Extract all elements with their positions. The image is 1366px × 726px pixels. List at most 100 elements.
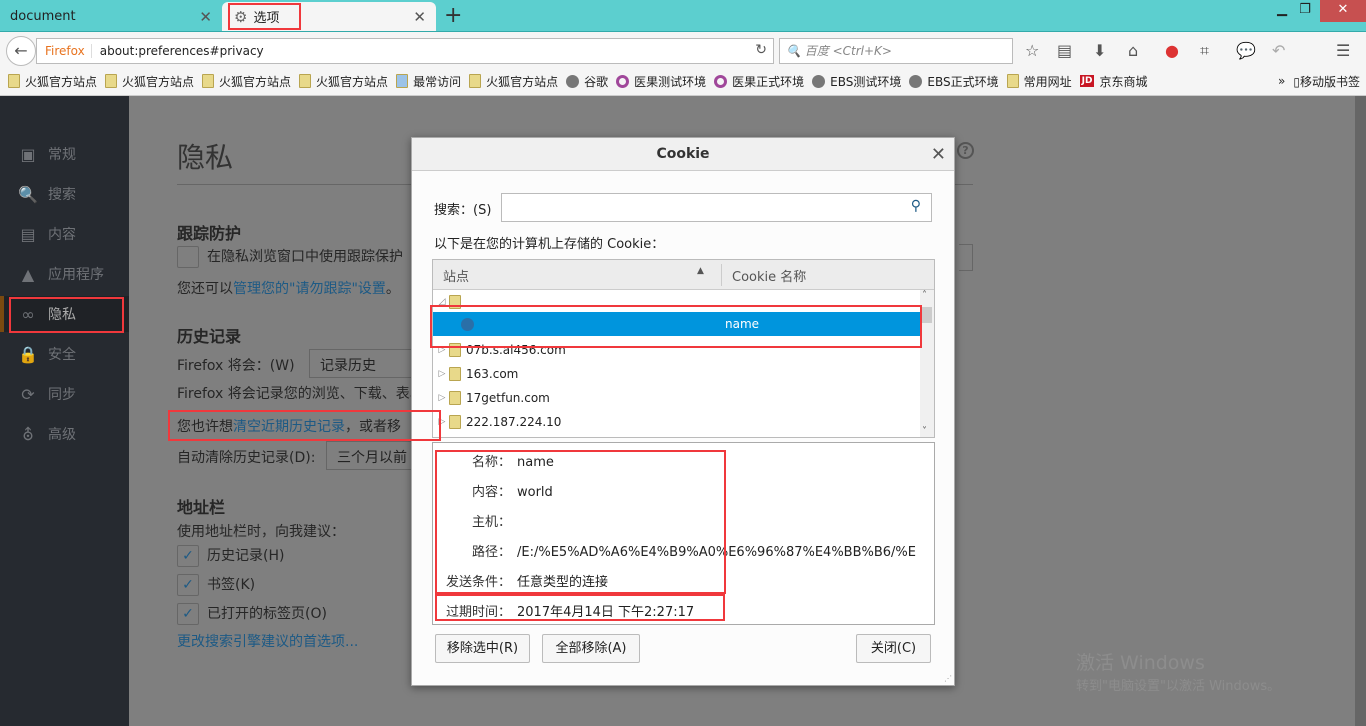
- remove-selected-button[interactable]: 移除选中(R): [435, 634, 530, 663]
- close-window-button[interactable]: ✕: [1320, 0, 1366, 22]
- collapsed-twisty-icon[interactable]: ▷: [433, 393, 449, 403]
- cookie-tree-row[interactable]: ◿: [433, 290, 920, 314]
- cookie-search-input[interactable]: ⚲: [501, 193, 932, 222]
- suggest-checkbox-row[interactable]: ✓ 书签(K): [177, 574, 255, 596]
- bookmark-item[interactable]: EBS正式环境: [909, 73, 999, 90]
- tab-bar: document ✕ ⚙ 选项 ✕ + ▁ ❐ ✕: [0, 0, 1366, 31]
- folder-icon: [1006, 74, 1019, 88]
- bookmark-item[interactable]: 谷歌: [566, 73, 608, 90]
- download-icon[interactable]: ⬇: [1093, 41, 1106, 60]
- close-button[interactable]: 关闭(C): [856, 634, 931, 663]
- dnt-link[interactable]: 管理您的"请勿跟踪"设置: [233, 281, 386, 297]
- menu-icon[interactable]: ☰: [1336, 41, 1350, 60]
- cookie-tree-row[interactable]: ▷ 163.com: [433, 362, 920, 386]
- nav-bar: ← Firefox about:preferences#privacy ↻ 🔍 …: [0, 31, 1366, 67]
- gift-icon[interactable]: ●: [1165, 41, 1179, 60]
- checkbox[interactable]: ✓: [177, 603, 199, 625]
- cookie-tree-row[interactable]: ▷ 17getfun.com: [433, 386, 920, 410]
- column-cookie-name[interactable]: Cookie 名称: [732, 266, 806, 285]
- close-tab-icon[interactable]: ✕: [413, 8, 426, 26]
- suggest-checkbox-row[interactable]: ✓ 已打开的标签页(O): [177, 603, 327, 625]
- sidebar-item[interactable]: 🔒 安全: [0, 336, 129, 372]
- sidebar-item[interactable]: ⟳ 同步: [0, 376, 129, 412]
- resize-grip-icon[interactable]: ⋰: [944, 674, 952, 683]
- cookie-tree-row[interactable]: ▷ 222.187.224.10: [433, 410, 920, 434]
- remove-all-button[interactable]: 全部移除(A): [542, 634, 640, 663]
- mobile-bookmarks[interactable]: ▯移动版书签: [1293, 73, 1360, 90]
- bookmarks-overflow-button[interactable]: »: [1278, 74, 1285, 88]
- collapsed-twisty-icon[interactable]: ▷: [433, 345, 449, 355]
- close-icon[interactable]: ✕: [931, 138, 946, 171]
- sidebar-item[interactable]: ∞ 隐私: [0, 296, 129, 332]
- history-heading: 历史记录: [177, 327, 242, 346]
- page-scrollbar[interactable]: [1355, 96, 1366, 726]
- clear-history-link[interactable]: 清空近期历史记录: [233, 419, 345, 435]
- sidebar-item[interactable]: 🔍 搜索: [0, 176, 129, 212]
- url-bar[interactable]: Firefox about:preferences#privacy ↻: [36, 38, 774, 64]
- new-tab-button[interactable]: +: [444, 3, 462, 28]
- exceptions-button[interactable]: [959, 244, 973, 271]
- bookmark-item[interactable]: 医果测试环境: [616, 73, 706, 90]
- document-icon: ▤: [20, 224, 36, 244]
- history-mode-select[interactable]: 记录历史: [309, 349, 419, 378]
- phone-icon: ▯: [1293, 74, 1300, 89]
- crop-icon[interactable]: ⌗: [1200, 41, 1209, 61]
- cookie-tree-row[interactable]: ▷ 07b.s.al456.com: [433, 338, 920, 362]
- close-tab-icon[interactable]: ✕: [199, 8, 212, 26]
- bookmark-item[interactable]: 火狐官方站点: [299, 73, 388, 90]
- bookmark-star-icon[interactable]: ☆: [1025, 41, 1039, 60]
- ring-icon: [714, 74, 728, 88]
- page-title: 隐私: [177, 141, 234, 174]
- collapsed-twisty-icon[interactable]: ▷: [433, 369, 449, 379]
- search-input[interactable]: 🔍 百度 <Ctrl+K>: [779, 38, 1013, 64]
- chat-icon[interactable]: 💬: [1236, 41, 1256, 60]
- undo-icon[interactable]: ↶: [1272, 41, 1285, 60]
- lock-icon: 🔒: [18, 344, 38, 364]
- globe-icon: [461, 317, 474, 331]
- back-button[interactable]: ←: [6, 36, 36, 66]
- bookmark-item[interactable]: JD 京东商城: [1079, 73, 1147, 90]
- bookmark-item[interactable]: 医果正式环境: [714, 73, 804, 90]
- bookmark-item[interactable]: 常用网址: [1006, 73, 1072, 90]
- detail-row: 主机：: [471, 515, 511, 530]
- checkbox[interactable]: ✓: [177, 545, 199, 567]
- bookmark-item[interactable]: 火狐官方站点: [8, 73, 97, 90]
- help-icon[interactable]: ?: [957, 142, 974, 159]
- reading-list-icon[interactable]: ▤: [1057, 41, 1072, 60]
- sync-icon: ⟳: [21, 384, 35, 404]
- folder-icon: [449, 415, 461, 429]
- reload-icon[interactable]: ↻: [755, 42, 767, 58]
- auto-clear-select[interactable]: 三个月以前: [326, 441, 416, 470]
- tracking-checkbox[interactable]: [177, 246, 199, 268]
- change-search-prefs-link[interactable]: 更改搜索引擎建议的首选项...: [177, 631, 358, 651]
- sidebar-item[interactable]: ⛢ 高级: [0, 416, 129, 452]
- folder-icon: [449, 295, 461, 309]
- tree-scrollbar[interactable]: ˄ ˅: [920, 290, 934, 437]
- checkbox[interactable]: ✓: [177, 574, 199, 596]
- ring-icon: [616, 74, 630, 88]
- bookmark-item[interactable]: 火狐官方站点: [105, 73, 194, 90]
- sidebar-item[interactable]: ▤ 内容: [0, 216, 129, 252]
- cookie-tree[interactable]: 站点 ▲ Cookie 名称 ◿ name ▷ 07b.s.al456.com ▷ 163…: [432, 259, 935, 438]
- detail-row: 发送条件： 任意类型的连接: [445, 575, 609, 590]
- sidebar-item[interactable]: ▲ 应用程序: [0, 256, 129, 292]
- globe-icon: [909, 74, 923, 88]
- sidebar-item[interactable]: ▣ 常规: [0, 136, 129, 172]
- collapsed-twisty-icon[interactable]: ▷: [433, 417, 449, 427]
- bookmark-item[interactable]: 火狐官方站点: [202, 73, 291, 90]
- home-icon[interactable]: ⌂: [1128, 41, 1138, 60]
- bookmark-item[interactable]: EBS测试环境: [812, 73, 901, 90]
- bookmarks-bar: 火狐官方站点 火狐官方站点 火狐官方站点 火狐官方站点 最常访问 火狐官方站点 谷歌 医果测试…: [0, 67, 1366, 96]
- auto-clear-label: 自动清除历史记录(D):: [177, 450, 316, 466]
- column-site[interactable]: 站点: [443, 266, 469, 285]
- gear-icon: ⚙: [234, 7, 248, 26]
- cookie-tree-row[interactable]: name: [433, 312, 920, 336]
- expanded-twisty-icon[interactable]: ◿: [433, 297, 449, 307]
- tab-document[interactable]: document ✕: [0, 2, 222, 31]
- urlbar-description: 使用地址栏时，向我建议：: [177, 524, 345, 540]
- tab-options[interactable]: ⚙ 选项 ✕: [222, 2, 436, 31]
- bookmark-item[interactable]: 最常访问: [396, 73, 461, 90]
- bookmark-item[interactable]: 火狐官方站点: [469, 73, 558, 90]
- suggest-checkbox-row[interactable]: ✓ 历史记录(H): [177, 545, 284, 567]
- folder-icon: [469, 74, 482, 88]
